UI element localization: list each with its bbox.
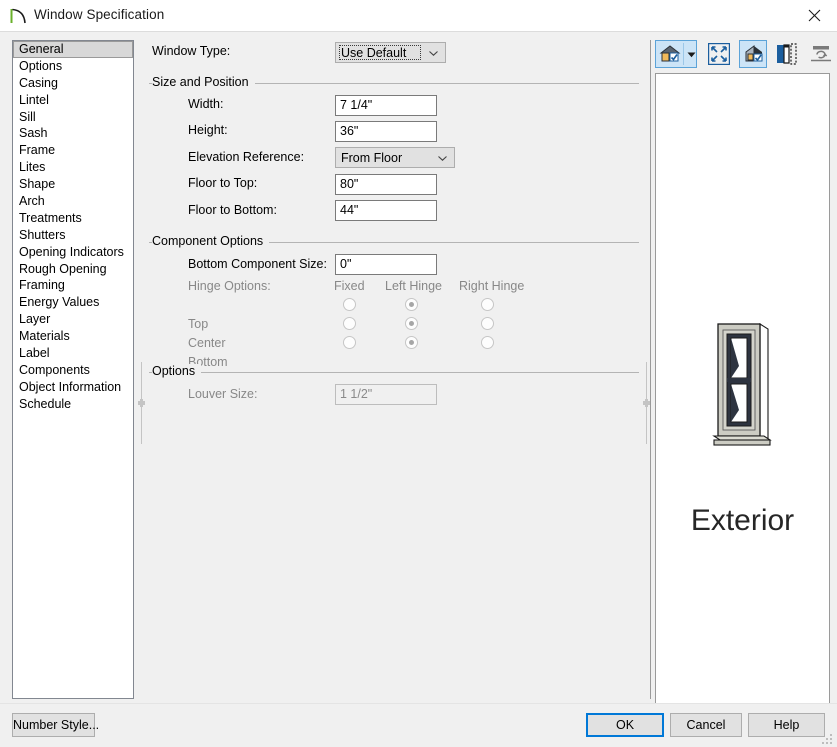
sidebar-item-energy-values[interactable]: Energy Values xyxy=(13,294,133,311)
content-preview-divider xyxy=(650,40,651,699)
group-title: Options xyxy=(152,364,202,378)
options-group: Options xyxy=(149,364,639,380)
sidebar-item-components[interactable]: Components xyxy=(13,362,133,379)
sidebar-item-shutters[interactable]: Shutters xyxy=(13,227,133,244)
louver-size-input: 1 1/2" xyxy=(335,384,437,405)
fill-window-button[interactable] xyxy=(705,40,733,68)
sync-camera-button[interactable] xyxy=(807,40,835,68)
radio-bottom-fixed[interactable] xyxy=(343,336,356,349)
floor-to-top-label: Floor to Top: xyxy=(188,176,258,190)
size-and-position-group: Size and Position xyxy=(149,75,639,91)
splitter-grip xyxy=(138,399,145,407)
elevation-reference-combo[interactable]: From Floor xyxy=(335,147,455,168)
sidebar-item-lites[interactable]: Lites xyxy=(13,159,133,176)
preview-toolbar xyxy=(655,40,831,68)
window-specification-dialog: Window Specification General Options Casin… xyxy=(0,0,837,747)
height-label: Height: xyxy=(188,123,228,137)
component-options-group: Component Options xyxy=(149,234,639,250)
radio-center-right-hinge[interactable] xyxy=(481,317,494,330)
hinge-options-label: Hinge Options: xyxy=(188,279,271,293)
bottom-component-size-input[interactable]: 0" xyxy=(335,254,437,275)
sidebar-item-shape[interactable]: Shape xyxy=(13,176,133,193)
floor-to-bottom-input[interactable]: 44" xyxy=(335,200,437,221)
title-bar: Window Specification xyxy=(0,0,837,32)
cross-section-button[interactable] xyxy=(773,40,801,68)
button-divider xyxy=(683,43,684,65)
cancel-button[interactable]: Cancel xyxy=(670,713,742,737)
sidebar-item-casing[interactable]: Casing xyxy=(13,75,133,92)
group-title: Component Options xyxy=(152,234,270,248)
sidebar-item-frame[interactable]: Frame xyxy=(13,142,133,159)
house-section-check-icon xyxy=(743,44,765,64)
sidebar-item-object-information[interactable]: Object Information xyxy=(13,379,133,396)
sidebar-item-arch[interactable]: Arch xyxy=(13,193,133,210)
resize-grip[interactable] xyxy=(822,734,834,746)
preview-label: Exterior xyxy=(690,504,795,537)
group-title: Size and Position xyxy=(152,75,255,89)
sidebar-item-schedule[interactable]: Schedule xyxy=(13,396,133,413)
bottom-component-size-label: Bottom Component Size: xyxy=(188,257,327,271)
page-title: Window Specification xyxy=(34,7,165,22)
refresh-camera-icon xyxy=(810,45,832,63)
view-house-dropdown-button[interactable] xyxy=(655,40,697,68)
hinge-row-top-label: Top xyxy=(188,317,209,331)
sidebar-item-opening-indicators[interactable]: Opening Indicators xyxy=(13,244,133,261)
radio-top-right-hinge[interactable] xyxy=(481,298,494,311)
hinge-row-center-label: Center xyxy=(188,336,226,350)
sidebar-item-sash[interactable]: Sash xyxy=(13,125,133,142)
louver-size-label: Louver Size: xyxy=(188,387,258,401)
floor-to-top-input[interactable]: 80" xyxy=(335,174,437,195)
hinge-column-left-hinge: Left Hinge xyxy=(385,279,442,293)
left-splitter[interactable] xyxy=(137,362,146,444)
sidebar-item-options[interactable]: Options xyxy=(13,58,133,75)
hinge-column-right-hinge: Right Hinge xyxy=(459,279,525,293)
window-preview-image xyxy=(698,316,788,459)
sidebar-item-framing[interactable]: Framing xyxy=(13,277,133,294)
width-input[interactable]: 7 1/4" xyxy=(335,95,437,116)
sidebar-item-treatments[interactable]: Treatments xyxy=(13,210,133,227)
splitter-grip xyxy=(643,399,650,407)
sidebar-item-layer[interactable]: Layer xyxy=(13,311,133,328)
chevron-down-icon xyxy=(429,50,438,56)
sidebar-item-general[interactable]: General xyxy=(13,41,133,58)
ok-button[interactable]: OK xyxy=(586,713,664,737)
category-list[interactable]: General Options Casing Lintel Sill Sash Frame L… xyxy=(12,40,134,699)
close-icon[interactable] xyxy=(791,0,837,31)
chevron-down-icon xyxy=(687,52,696,58)
hinge-column-fixed: Fixed xyxy=(334,279,365,293)
number-style-button[interactable]: Number Style... xyxy=(12,713,99,737)
orthographic-view-button[interactable] xyxy=(739,40,767,68)
sidebar-item-rough-opening[interactable]: Rough Opening xyxy=(13,261,133,278)
floor-to-bottom-label: Floor to Bottom: xyxy=(188,203,277,217)
window-type-combo[interactable]: Use Default xyxy=(335,42,446,63)
elevation-reference-value: From Floor xyxy=(341,151,403,165)
radio-center-fixed[interactable] xyxy=(343,317,356,330)
sidebar-item-label[interactable]: Label xyxy=(13,345,133,362)
radio-center-left-hinge[interactable] xyxy=(405,317,418,330)
preview-pane[interactable]: Exterior xyxy=(655,73,830,735)
dialog-footer: Number Style... OK Cancel Help xyxy=(0,703,837,747)
house-check-icon xyxy=(659,44,681,64)
expand-arrows-icon xyxy=(708,43,730,65)
sidebar-item-lintel[interactable]: Lintel xyxy=(13,92,133,109)
sidebar-item-materials[interactable]: Materials xyxy=(13,328,133,345)
window-type-label: Window Type: xyxy=(152,44,231,58)
radio-top-left-hinge[interactable] xyxy=(405,298,418,311)
width-label: Width: xyxy=(188,97,224,111)
radio-top-fixed[interactable] xyxy=(343,298,356,311)
dialog-body: General Options Casing Lintel Sill Sash Frame L… xyxy=(0,31,837,735)
general-settings-panel: Window Type: Use Default Size and Positi… xyxy=(149,40,639,699)
chevron-down-icon xyxy=(438,155,447,161)
window-swing-icon xyxy=(9,6,29,26)
sidebar-item-sill[interactable]: Sill xyxy=(13,109,133,126)
group-rule xyxy=(149,372,639,373)
height-input[interactable]: 36" xyxy=(335,121,437,142)
focus-rectangle xyxy=(339,45,421,60)
radio-bottom-left-hinge[interactable] xyxy=(405,336,418,349)
help-button[interactable]: Help xyxy=(748,713,825,737)
elevation-reference-label: Elevation Reference: xyxy=(188,150,305,164)
radio-bottom-right-hinge[interactable] xyxy=(481,336,494,349)
wall-section-icon xyxy=(776,43,798,65)
